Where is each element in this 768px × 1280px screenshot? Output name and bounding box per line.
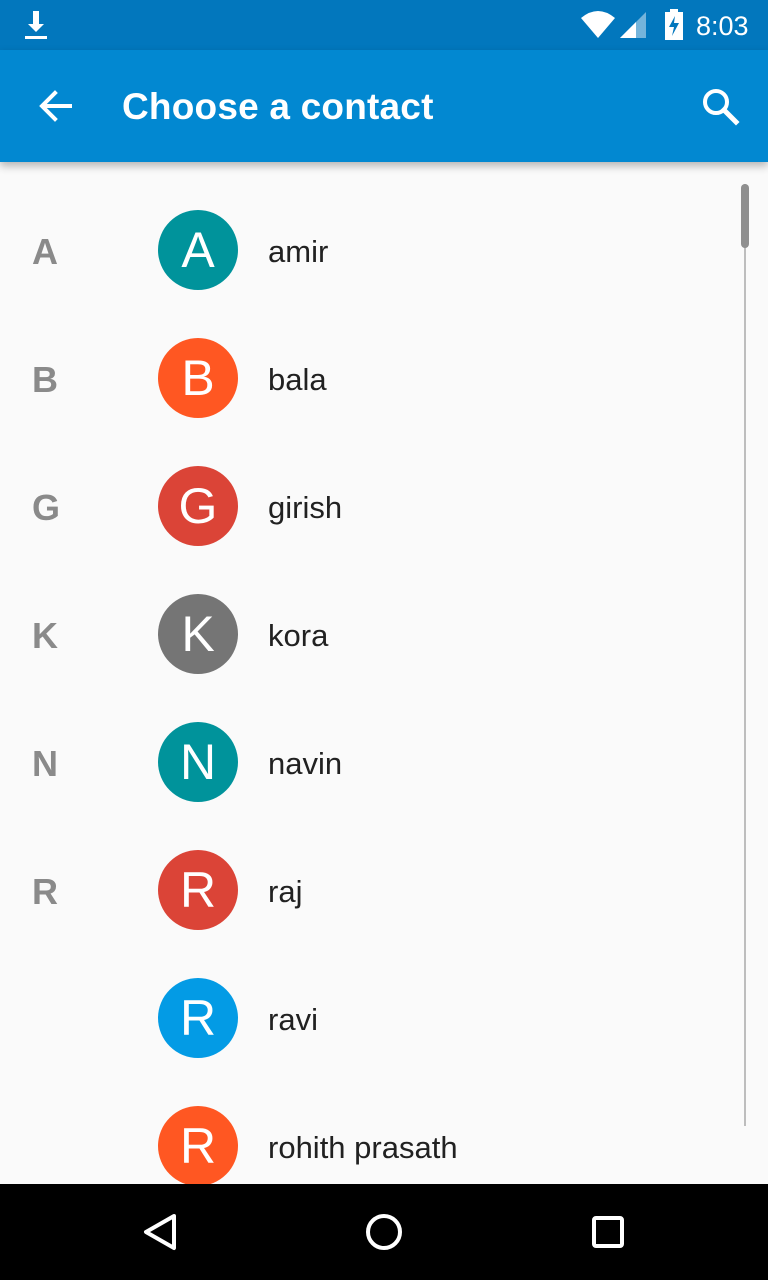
contact-row[interactable]: K K kora (0, 546, 740, 674)
section-letter: B (32, 359, 58, 400)
app-bar: Choose a contact (0, 50, 768, 162)
search-icon[interactable] (700, 86, 740, 126)
avatar: K (158, 594, 238, 674)
contact-name: raj (268, 874, 303, 909)
contact-list[interactable]: A A amir B B bala G G girish K K kora N … (0, 162, 768, 1184)
contact-name: ravi (268, 1002, 318, 1037)
section-letter: K (32, 615, 58, 656)
scrollbar-track (744, 184, 746, 1126)
status-time: 8:03 (696, 11, 749, 41)
contact-name: amir (268, 234, 329, 269)
section-letter: G (32, 487, 61, 528)
contact-row[interactable]: A A amir (0, 162, 740, 290)
contact-name: kora (268, 618, 329, 653)
contact-name: rohith prasath (268, 1130, 458, 1165)
status-bar: 8:03 (0, 0, 768, 50)
contact-name: girish (268, 490, 343, 525)
page-title: Choose a contact (122, 86, 434, 127)
cell-signal-icon (620, 12, 646, 38)
avatar: R (158, 850, 238, 930)
contact-name: bala (268, 362, 327, 397)
contact-row[interactable]: R ravi (0, 930, 740, 1058)
section-letter: A (32, 231, 58, 272)
section-letter: R (32, 871, 58, 912)
back-arrow-icon[interactable] (36, 86, 76, 126)
avatar: N (158, 722, 238, 802)
navigation-bar (0, 1184, 768, 1280)
wifi-icon (581, 11, 615, 38)
contact-row[interactable]: B B bala (0, 290, 740, 418)
contact-row[interactable]: R rohith prasath (0, 1058, 740, 1184)
avatar: G (158, 466, 238, 546)
section-letter: N (32, 743, 58, 784)
avatar: R (158, 1106, 238, 1184)
contact-name: navin (268, 746, 343, 781)
scrollbar-thumb[interactable] (741, 184, 749, 248)
recents-square-icon[interactable] (584, 1208, 632, 1256)
avatar: B (158, 338, 238, 418)
contact-row[interactable]: N N navin (0, 674, 740, 802)
avatar: R (158, 978, 238, 1058)
battery-charging-icon (665, 9, 683, 40)
avatar: A (158, 210, 238, 290)
download-icon (25, 11, 47, 39)
back-triangle-icon[interactable] (136, 1208, 184, 1256)
home-circle-icon[interactable] (360, 1208, 408, 1256)
contact-row[interactable]: G G girish (0, 418, 740, 546)
contact-row[interactable]: R R raj (0, 802, 740, 930)
